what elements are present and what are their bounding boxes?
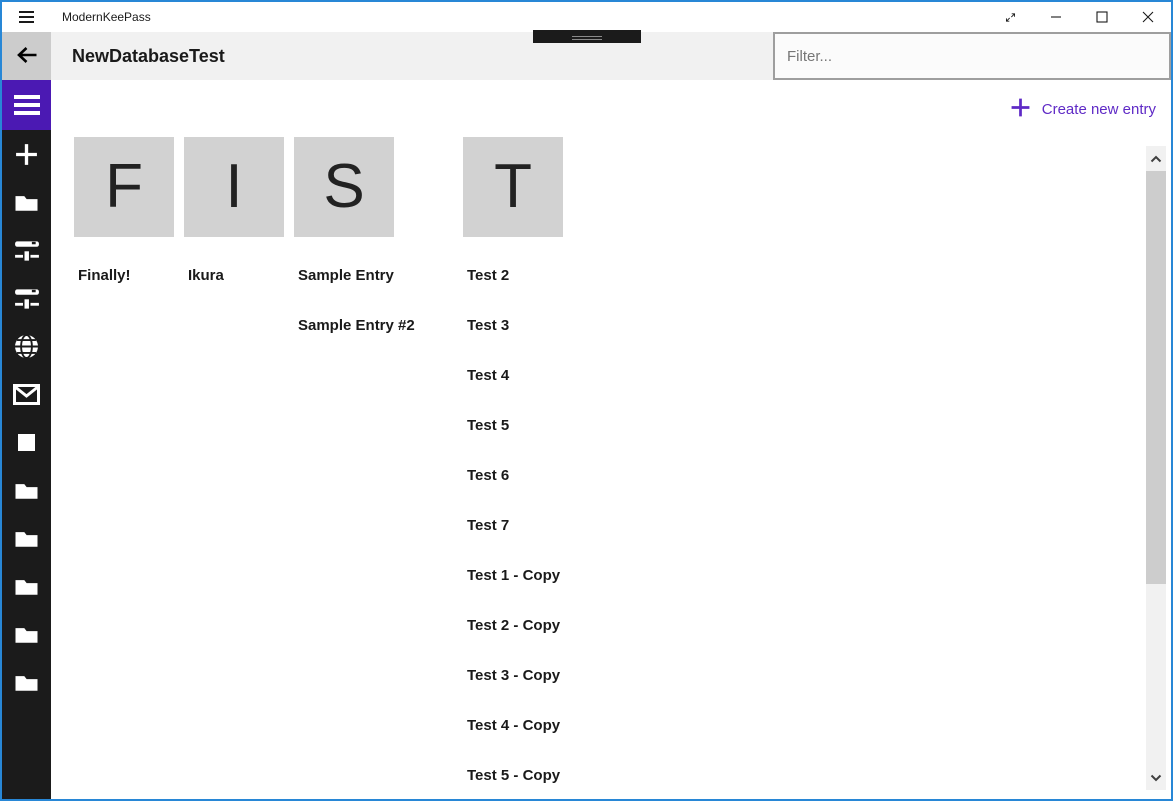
sliders-icon bbox=[14, 238, 40, 262]
entry-group-f: F Finally! bbox=[74, 137, 174, 300]
entry-item[interactable]: Test 5 - Copy bbox=[463, 750, 563, 800]
maximize-icon bbox=[1096, 11, 1108, 23]
group-letter: S bbox=[323, 156, 364, 218]
folder-icon bbox=[13, 191, 40, 213]
group-tile[interactable]: T bbox=[463, 137, 563, 237]
appbar-handle[interactable] bbox=[533, 30, 641, 43]
entry-item[interactable]: Test 5 bbox=[463, 400, 563, 450]
group-tile[interactable]: I bbox=[184, 137, 284, 237]
sidebar-item-folder-11[interactable] bbox=[2, 658, 51, 706]
close-icon bbox=[1142, 11, 1154, 23]
sidebar-item-mail-5[interactable] bbox=[2, 370, 51, 418]
create-new-entry-button[interactable]: Create new entry bbox=[1010, 97, 1156, 121]
filter-input[interactable] bbox=[773, 32, 1171, 80]
sidebar-item-folder-9[interactable] bbox=[2, 562, 51, 610]
folder-icon bbox=[13, 623, 40, 645]
sidebar-items bbox=[2, 130, 51, 706]
sliders-icon bbox=[14, 286, 40, 310]
entry-item[interactable]: Finally! bbox=[74, 250, 174, 300]
sidebar-item-square-6[interactable] bbox=[2, 418, 51, 466]
maximize-button[interactable] bbox=[1079, 2, 1125, 32]
entry-group-i: I Ikura bbox=[184, 137, 284, 300]
folder-icon bbox=[13, 527, 40, 549]
group-letter: T bbox=[494, 156, 532, 218]
hamburger-bars bbox=[19, 11, 34, 23]
create-row: Create new entry bbox=[51, 80, 1171, 121]
folder-icon bbox=[13, 575, 40, 597]
group-tile[interactable]: S bbox=[294, 137, 394, 237]
app-title: ModernKeePass bbox=[62, 10, 151, 24]
chevron-down-icon bbox=[1150, 769, 1162, 787]
hamburger-icon bbox=[14, 95, 40, 115]
main-content: Create new entry F Finally! I Ikura S Sample … bbox=[51, 80, 1171, 799]
page-title: NewDatabaseTest bbox=[72, 46, 225, 67]
group-tile[interactable]: F bbox=[74, 137, 174, 237]
entry-item[interactable]: Test 6 bbox=[463, 450, 563, 500]
window-controls bbox=[987, 2, 1171, 32]
folder-icon bbox=[13, 671, 40, 693]
entry-item[interactable]: Ikura bbox=[184, 250, 284, 300]
mail-icon bbox=[13, 384, 40, 405]
sidebar-item-sliders-2[interactable] bbox=[2, 226, 51, 274]
plus-icon bbox=[1010, 97, 1031, 121]
entry-group-t: TTest 2Test 3Test 4Test 5Test 6Test 7Tes… bbox=[463, 137, 563, 800]
sidebar-hamburger-button[interactable] bbox=[2, 80, 51, 130]
entry-item[interactable]: Test 7 bbox=[463, 500, 563, 550]
scroll-down-button[interactable] bbox=[1146, 765, 1166, 790]
fullscreen-icon bbox=[1004, 11, 1017, 24]
minimize-button[interactable] bbox=[1033, 2, 1079, 32]
entry-item[interactable]: Test 1 - Copy bbox=[463, 550, 563, 600]
entry-item[interactable]: Sample Entry #2 bbox=[294, 300, 428, 350]
hamburger-icon[interactable] bbox=[2, 11, 50, 23]
app-window: ModernKeePass bbox=[0, 0, 1173, 801]
back-arrow-icon bbox=[15, 43, 39, 70]
scroll-up-button[interactable] bbox=[1146, 146, 1166, 171]
back-button[interactable] bbox=[2, 32, 51, 80]
fullscreen-button[interactable] bbox=[987, 2, 1033, 32]
folder-icon bbox=[13, 479, 40, 501]
group-letter: I bbox=[225, 156, 242, 218]
entry-item[interactable]: Test 2 - Copy bbox=[463, 600, 563, 650]
square-icon bbox=[18, 434, 35, 451]
sidebar-item-folder-1[interactable] bbox=[2, 178, 51, 226]
entry-group-s: S Sample EntrySample Entry #2 bbox=[294, 137, 428, 350]
sidebar-item-folder-10[interactable] bbox=[2, 610, 51, 658]
titlebar: ModernKeePass bbox=[2, 2, 1171, 32]
globe-icon bbox=[13, 333, 40, 360]
entry-item[interactable]: Test 4 bbox=[463, 350, 563, 400]
page-title-strip: NewDatabaseTest bbox=[51, 32, 773, 80]
sidebar-item-plus-0[interactable] bbox=[2, 130, 51, 178]
sidebar-item-folder-7[interactable] bbox=[2, 466, 51, 514]
chevron-up-icon bbox=[1150, 150, 1162, 168]
scrollbar[interactable] bbox=[1146, 146, 1166, 790]
entry-item[interactable]: Sample Entry bbox=[294, 250, 428, 300]
sidebar bbox=[2, 80, 51, 799]
scrollbar-thumb[interactable] bbox=[1146, 171, 1166, 584]
entry-item[interactable]: Test 3 - Copy bbox=[463, 650, 563, 700]
plus-icon bbox=[14, 142, 39, 167]
group-letter: F bbox=[105, 156, 143, 218]
close-button[interactable] bbox=[1125, 2, 1171, 32]
entry-item[interactable]: Test 4 - Copy bbox=[463, 700, 563, 750]
body: Create new entry F Finally! I Ikura S Sample … bbox=[2, 80, 1171, 799]
minimize-icon bbox=[1050, 11, 1062, 23]
sidebar-item-globe-4[interactable] bbox=[2, 322, 51, 370]
entry-item[interactable]: Test 3 bbox=[463, 300, 563, 350]
sidebar-item-folder-8[interactable] bbox=[2, 514, 51, 562]
entry-item[interactable]: Test 2 bbox=[463, 250, 563, 300]
sidebar-item-sliders-3[interactable] bbox=[2, 274, 51, 322]
create-new-entry-label: Create new entry bbox=[1042, 101, 1156, 118]
entry-groups: F Finally! I Ikura S Sample EntrySample Entry… bbox=[51, 137, 1171, 800]
